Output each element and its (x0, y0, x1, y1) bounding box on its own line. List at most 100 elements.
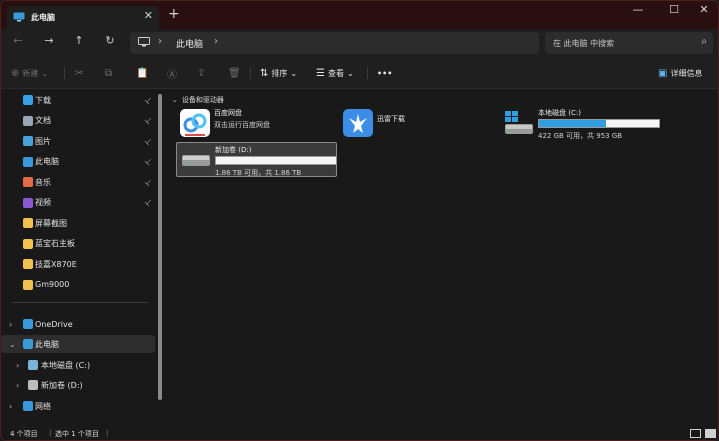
pin-icon[interactable]: ⊥ (143, 156, 154, 167)
new-tab-button[interactable]: + (168, 6, 180, 22)
item-count: 4 个项目 (10, 430, 38, 438)
sidebar-tree-item[interactable]: › 新加卷 (D:) (1, 376, 155, 394)
up-button[interactable]: ↑ (67, 34, 91, 52)
close-window-button[interactable]: ✕ (687, 3, 718, 21)
drive-capacity: 422 GB 可用，共 953 GB (538, 132, 623, 140)
chevron-right-icon[interactable]: › (9, 402, 12, 411)
sidebar-item-label: 新加卷 (D:) (41, 380, 83, 390)
drive-icon (182, 155, 210, 166)
sidebar-tree-item[interactable]: › OneDrive (1, 315, 155, 333)
sidebar-item-label: 此电脑 (35, 339, 59, 349)
drive-usage-fill (539, 120, 607, 127)
folder-icon (23, 279, 33, 290)
tab-this-pc[interactable]: 此电脑 ✕ (7, 6, 159, 29)
pin-icon[interactable]: ⊥ (143, 176, 154, 187)
divider (64, 67, 65, 79)
document-icon (23, 115, 33, 126)
folder-icon (23, 238, 33, 249)
sidebar-tree-item[interactable]: ⌄ 此电脑 (1, 335, 155, 353)
app-item-baidu-netdisk[interactable]: 百度网盘 双击运行百度网盘 (176, 106, 326, 138)
chevron-down-icon: ⌄ (290, 68, 298, 78)
chevron-right-icon[interactable]: › (16, 381, 19, 390)
sidebar-item-label: 此电脑 (35, 157, 59, 166)
divider: | (106, 429, 109, 437)
computer-icon (23, 339, 33, 349)
divider (11, 302, 149, 303)
sidebar-item-pinned[interactable]: 视频 ⊥ (1, 194, 155, 212)
back-button[interactable]: ← (6, 34, 30, 52)
sidebar-tree-item[interactable]: › 网络 (1, 397, 155, 415)
music-icon (23, 177, 33, 187)
chevron-down-icon: ⌄ (41, 68, 49, 78)
app-description: 双击运行百度网盘 (214, 121, 270, 129)
status-bar: 4 个项目 | 选中 1 个项目 | (1, 426, 718, 440)
drive-item-c[interactable]: 本地磁盘 (C:) 422 GB 可用，共 953 GB (500, 106, 665, 140)
paste-icon[interactable]: 📋 (136, 65, 148, 81)
sidebar-item-pinned[interactable]: 音乐 ⊥ (1, 173, 155, 191)
drive-icon (28, 360, 38, 370)
details-view-icon[interactable] (690, 429, 701, 438)
divider (367, 67, 368, 79)
minimize-button[interactable]: — (621, 3, 655, 21)
sidebar-item-pinned[interactable]: 屏幕截图 (1, 214, 155, 232)
details-button[interactable]: ▣ 详细信息 (658, 65, 702, 81)
close-tab-icon[interactable]: ✕ (144, 9, 153, 22)
forward-button[interactable]: → (37, 34, 61, 52)
search-input[interactable] (553, 36, 683, 50)
sidebar-item-pinned[interactable]: 文档 ⊥ (1, 112, 155, 130)
chevron-right-icon[interactable]: › (214, 36, 218, 47)
address-bar[interactable]: › 此电脑 › (130, 32, 539, 54)
app-item-xunlei[interactable]: 迅雷下载 (339, 106, 489, 138)
sidebar-item-label: 音乐 (35, 177, 51, 187)
computer-icon (138, 37, 150, 47)
pin-icon[interactable]: ⊥ (143, 115, 154, 126)
sort-icon: ⇅ (260, 67, 269, 79)
sidebar-item-pinned[interactable]: 蓝宝石主板 (1, 235, 155, 253)
search-icon[interactable]: ⌕ (701, 36, 707, 47)
network-icon (23, 401, 33, 411)
sort-button[interactable]: ⇅ 排序 ⌄ (260, 65, 297, 81)
sidebar-tree-item[interactable]: › 本地磁盘 (C:) (1, 356, 155, 374)
tiles-view-icon[interactable] (705, 429, 716, 438)
sidebar-item-pinned[interactable]: Gm9000 (1, 276, 155, 294)
sidebar-item-pinned[interactable]: 图片 ⊥ (1, 132, 155, 150)
pin-icon[interactable]: ⊥ (143, 135, 154, 146)
maximize-button[interactable]: ☐ (657, 3, 691, 21)
new-button[interactable]: ⊕ 新建 ⌄ (11, 65, 48, 81)
refresh-button[interactable]: ↻ (98, 34, 122, 52)
drive-icon (28, 380, 38, 390)
more-options-icon[interactable]: ••• (377, 65, 392, 81)
pin-icon[interactable]: ⊥ (143, 197, 154, 208)
search-box[interactable]: ⌕ (545, 32, 713, 54)
sidebar-item-pinned[interactable]: 此电脑 ⊥ (1, 153, 155, 171)
copy-icon[interactable]: ⧉ (105, 65, 112, 81)
delete-icon[interactable]: 🗑 (228, 65, 241, 81)
chevron-right-icon[interactable]: › (9, 320, 12, 329)
view-button[interactable]: ☰ 查看 ⌄ (316, 65, 354, 81)
download-icon (23, 95, 33, 105)
sidebar-item-label: 文档 (35, 116, 51, 125)
command-bar: ⊕ 新建 ⌄ ✂ ⧉ 📋 Ⓐ ⇪ 🗑 ⇅ 排序 ⌄ ☰ 查看 ⌄ ••• ▣ 详… (1, 57, 718, 89)
chevron-right-icon[interactable]: › (16, 361, 19, 370)
chevron-down-icon[interactable]: ⌄ (9, 340, 16, 349)
drive-capacity: 1.86 TB 可用，共 1.86 TB (215, 169, 302, 177)
share-icon[interactable]: ⇪ (197, 65, 205, 81)
rename-icon[interactable]: Ⓐ (167, 65, 177, 81)
group-header-devices[interactable]: ⌄ 设备和驱动器 (172, 95, 224, 105)
navigation-bar: ← → ↑ ↻ › 此电脑 › ⌕ (1, 29, 718, 57)
chevron-right-icon: › (158, 36, 162, 47)
drive-item-d[interactable]: 新加卷 (D:) 1.86 TB 可用，共 1.86 TB (176, 142, 337, 177)
sidebar-item-label: 网络 (35, 401, 51, 411)
cut-icon[interactable]: ✂ (75, 65, 83, 81)
sidebar-item-pinned[interactable]: 技嘉X870E (1, 255, 155, 273)
sidebar-item-pinned[interactable]: 下载 ⊥ (1, 91, 155, 109)
sidebar-item-label: 蓝宝石主板 (35, 239, 75, 248)
sidebar-scrollbar[interactable] (158, 94, 162, 400)
sidebar-item-label: Gm9000 (35, 280, 70, 289)
breadcrumb-this-pc[interactable]: 此电脑 (176, 37, 203, 50)
sidebar-item-label: 下载 (35, 95, 51, 105)
pin-icon[interactable]: ⊥ (143, 94, 154, 105)
sidebar-item-label: 图片 (35, 136, 51, 146)
xunlei-icon (343, 109, 373, 137)
sidebar-item-label: 技嘉X870E (35, 259, 77, 269)
